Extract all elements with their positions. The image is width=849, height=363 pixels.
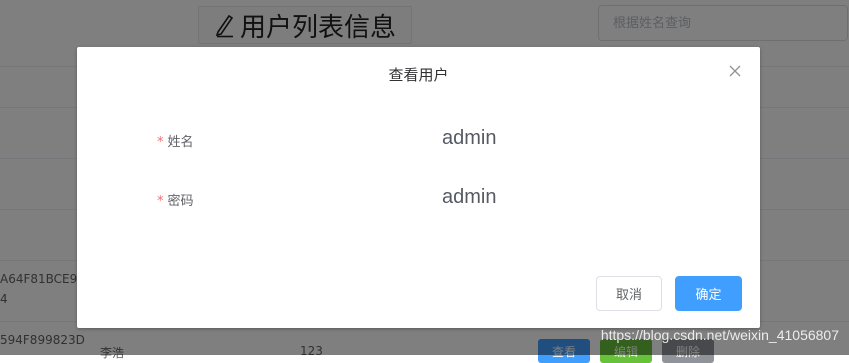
watermark: https://blog.csdn.net/weixin_41056807 (600, 327, 839, 343)
password-value: admin (442, 186, 497, 208)
required-asterisk: * (157, 135, 164, 150)
close-icon (729, 65, 741, 77)
confirm-button[interactable]: 确定 (675, 276, 742, 311)
cancel-button[interactable]: 取消 (596, 276, 662, 311)
close-button[interactable] (728, 65, 742, 79)
required-asterisk: * (157, 194, 164, 209)
name-field-label: * 姓名 (157, 135, 194, 150)
view-user-dialog: 查看用户 * 姓名 admin * 密码 admin 取消 确定 (77, 47, 760, 328)
password-field-label: * 密码 (157, 194, 194, 209)
name-value: admin (442, 127, 497, 149)
dialog-title: 查看用户 (388, 66, 449, 84)
